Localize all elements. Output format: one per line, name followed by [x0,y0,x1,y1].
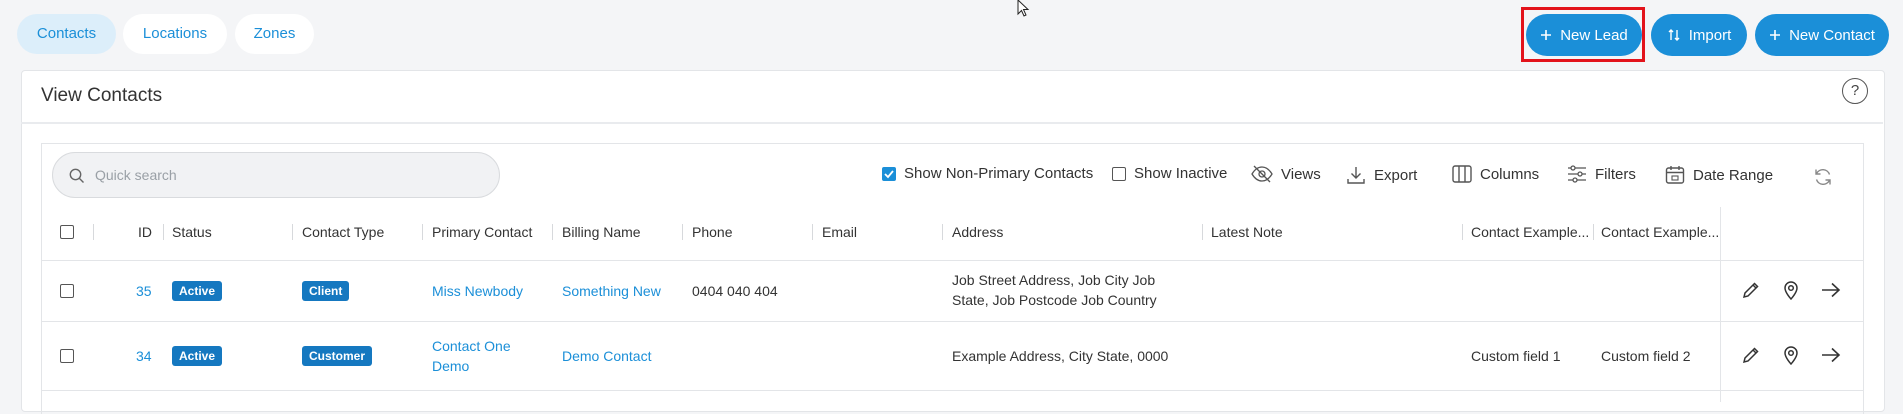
show-inactive-toggle[interactable]: Show Inactive [1112,165,1227,182]
arrow-right-icon[interactable] [1821,282,1841,298]
header-billing-name[interactable]: Billing Name [562,224,641,240]
mouse-cursor-icon [1017,0,1030,17]
header-latest-note[interactable]: Latest Note [1211,224,1283,240]
header-separator [1462,224,1463,240]
contact-type-badge: Customer [302,346,373,366]
address-line-1: Example Address, City State, 0000 [952,348,1169,364]
billing-name-link[interactable]: Something New [562,283,661,299]
filters-label: Filters [1595,165,1636,183]
highlight-box [1521,7,1645,62]
header-separator [1202,224,1203,240]
search-input[interactable]: Quick search [52,152,500,198]
calendar-icon [1665,166,1685,184]
header-contact-example-1[interactable]: Contact Example... [1471,224,1589,240]
contact-type-badge: Client [302,281,350,301]
checkbox-checked[interactable] [882,166,896,181]
show-non-primary-label: Show Non-Primary Contacts [904,165,1094,182]
address-line-1: Job Street Address, Job City Job [952,272,1156,288]
search-placeholder: Quick search [95,167,177,183]
plus-icon [1770,30,1781,40]
filters-button[interactable]: Filters [1567,165,1636,183]
checkbox-unchecked[interactable] [1112,166,1126,181]
views-label: Views [1281,165,1321,183]
header-separator [1593,224,1594,240]
row-divider [41,321,1863,322]
header-separator [682,224,683,240]
export-button[interactable]: Export [1346,165,1417,185]
header-separator [552,224,553,240]
columns-button[interactable]: Columns [1452,165,1539,183]
help-icon[interactable]: ? [1842,78,1868,104]
edit-pencil-icon[interactable] [1742,346,1760,364]
location-pin-icon[interactable] [1783,280,1799,300]
primary-contact-link[interactable]: Contact One [432,338,511,354]
refresh-icon[interactable] [1813,167,1833,187]
header-primary-contact[interactable]: Primary Contact [432,224,532,240]
header-email[interactable]: Email [822,224,857,240]
import-label: Import [1688,26,1732,44]
primary-contact-link-line2[interactable]: Demo [432,358,469,374]
tab-zones[interactable]: Zones [235,14,314,54]
export-label: Export [1374,166,1418,184]
search-icon [69,168,84,183]
custom-field-1: Custom field 1 [1471,348,1561,364]
arrow-right-icon[interactable] [1821,347,1841,363]
header-status[interactable]: Status [172,224,212,240]
status-badge: Active [172,346,223,366]
date-range-button[interactable]: Date Range [1665,165,1773,185]
header-contact-type[interactable]: Contact Type [302,224,384,240]
phone-cell: 0404 040 404 [692,283,778,299]
header-separator [292,224,293,240]
import-button[interactable]: Import [1651,14,1747,56]
download-icon [1347,167,1365,184]
sliders-icon [1568,165,1586,183]
views-button[interactable]: Views [1251,165,1321,183]
new-contact-label: New Contact [1789,26,1875,44]
select-all-checkbox[interactable] [60,225,74,239]
date-range-label: Date Range [1693,166,1774,184]
address-line-2: State, Job Postcode Job Country [952,292,1157,308]
row-id[interactable]: 35 [136,283,152,299]
header-separator [163,224,164,240]
header-phone[interactable]: Phone [692,224,732,240]
divider [21,122,1883,124]
location-pin-icon[interactable] [1783,345,1799,365]
row-id[interactable]: 34 [136,348,152,364]
header-separator [422,224,423,240]
header-address[interactable]: Address [952,224,1003,240]
edit-pencil-icon[interactable] [1742,281,1760,299]
header-separator [942,224,943,240]
columns-icon [1452,165,1472,183]
row-divider [41,260,1863,261]
check-icon [884,169,894,178]
actions-column-divider [1720,207,1721,402]
status-badge: Active [172,281,223,301]
show-inactive-label: Show Inactive [1134,165,1228,182]
header-contact-example-2[interactable]: Contact Example... [1601,224,1719,240]
tab-locations[interactable]: Locations [123,14,227,54]
tab-contacts[interactable]: Contacts [17,14,116,54]
primary-contact-link[interactable]: Miss Newbody [432,283,523,299]
header-separator [93,224,94,240]
header-separator [812,224,813,240]
new-contact-button[interactable]: New Contact [1755,14,1889,56]
show-non-primary-toggle[interactable]: Show Non-Primary Contacts [882,165,1093,182]
row-checkbox[interactable] [60,349,74,363]
row-divider [41,390,1863,391]
sort-arrows-icon [1668,29,1680,41]
page-title: View Contacts [41,85,163,106]
custom-field-2: Custom field 2 [1601,348,1691,364]
columns-label: Columns [1480,165,1540,183]
billing-name-link[interactable]: Demo Contact [562,348,651,364]
eye-off-icon [1251,165,1273,183]
header-id[interactable]: ID [138,224,152,240]
row-checkbox[interactable] [60,284,74,298]
